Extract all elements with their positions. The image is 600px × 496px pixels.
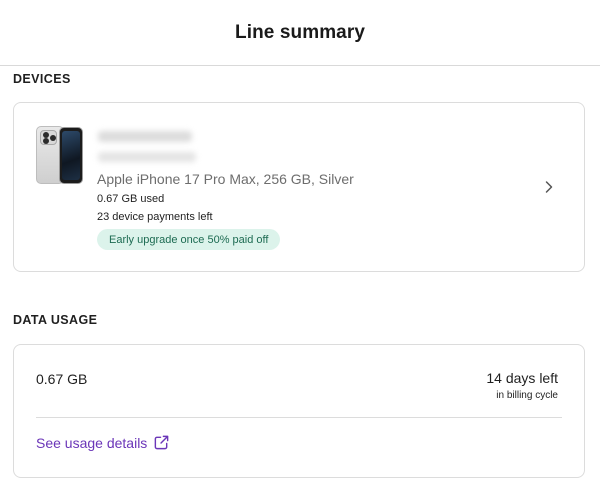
chevron-right-icon[interactable] [542, 180, 556, 194]
see-usage-details-link[interactable]: See usage details [36, 434, 170, 451]
see-usage-details-label: See usage details [36, 434, 148, 451]
billing-cycle-label: in billing cycle [496, 390, 558, 401]
device-payments-left: 23 device payments left [97, 211, 213, 223]
data-usage-amount: 0.67 GB [36, 371, 88, 387]
divider [36, 417, 562, 418]
page-title: Line summary [234, 21, 366, 43]
redacted-line-name [98, 131, 192, 142]
device-model: Apple iPhone 17 Pro Max, 256 GB, Silver [97, 171, 354, 187]
external-link-icon [154, 435, 169, 450]
device-card[interactable]: Apple iPhone 17 Pro Max, 256 GB, Silver … [13, 102, 585, 272]
data-usage-card: 0.67 GB 14 days left in billing cycle Se… [13, 344, 585, 478]
data-usage-section-heading: DATA USAGE [13, 313, 98, 327]
device-data-used: 0.67 GB used [97, 193, 165, 205]
page-header: Line summary [0, 0, 600, 66]
upgrade-badge: Early upgrade once 50% paid off [97, 229, 281, 250]
iphone-image [36, 126, 83, 186]
days-left: 14 days left [486, 370, 558, 386]
redacted-phone-number [98, 152, 196, 162]
devices-section-heading: DEVICES [13, 72, 71, 86]
